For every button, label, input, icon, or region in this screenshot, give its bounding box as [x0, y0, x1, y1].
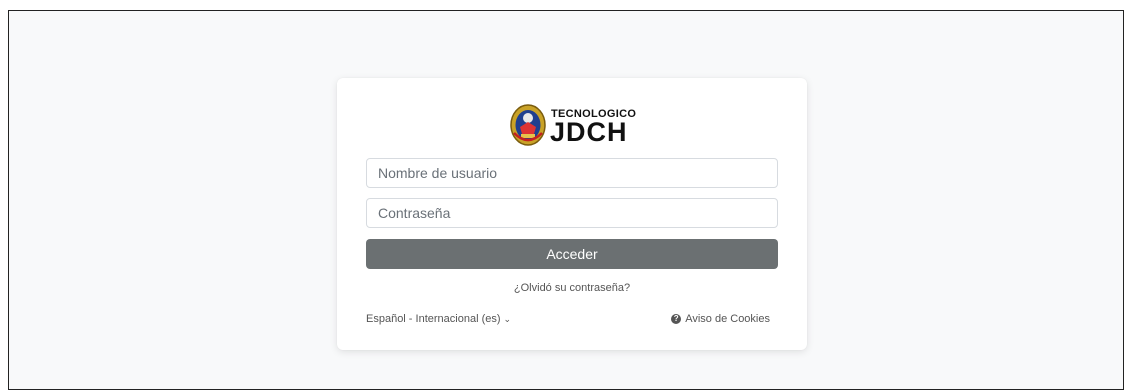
login-button[interactable]: Acceder — [366, 239, 778, 269]
site-logo: TECNOLOGICO JDCH — [509, 102, 639, 148]
question-circle-icon: ? — [671, 314, 682, 324]
crest-icon — [510, 104, 546, 146]
username-input[interactable] — [366, 158, 778, 188]
language-selector[interactable]: Español - Internacional (es) ⌄ — [366, 313, 511, 325]
cookie-notice-label: Aviso de Cookies — [685, 313, 770, 325]
cookie-notice-link[interactable]: ? Aviso de Cookies — [671, 313, 770, 325]
forgot-password-link[interactable]: ¿Olvidó su contraseña? — [337, 282, 807, 294]
page-frame: TECNOLOGICO JDCH Acceder ¿Olvidó su cont… — [8, 10, 1124, 390]
password-input[interactable] — [366, 198, 778, 228]
login-card: TECNOLOGICO JDCH Acceder ¿Olvidó su cont… — [337, 78, 807, 350]
language-label: Español - Internacional (es) — [366, 313, 501, 325]
logo-title-big: JDCH — [550, 117, 628, 147]
chevron-down-icon: ⌄ — [503, 314, 512, 324]
